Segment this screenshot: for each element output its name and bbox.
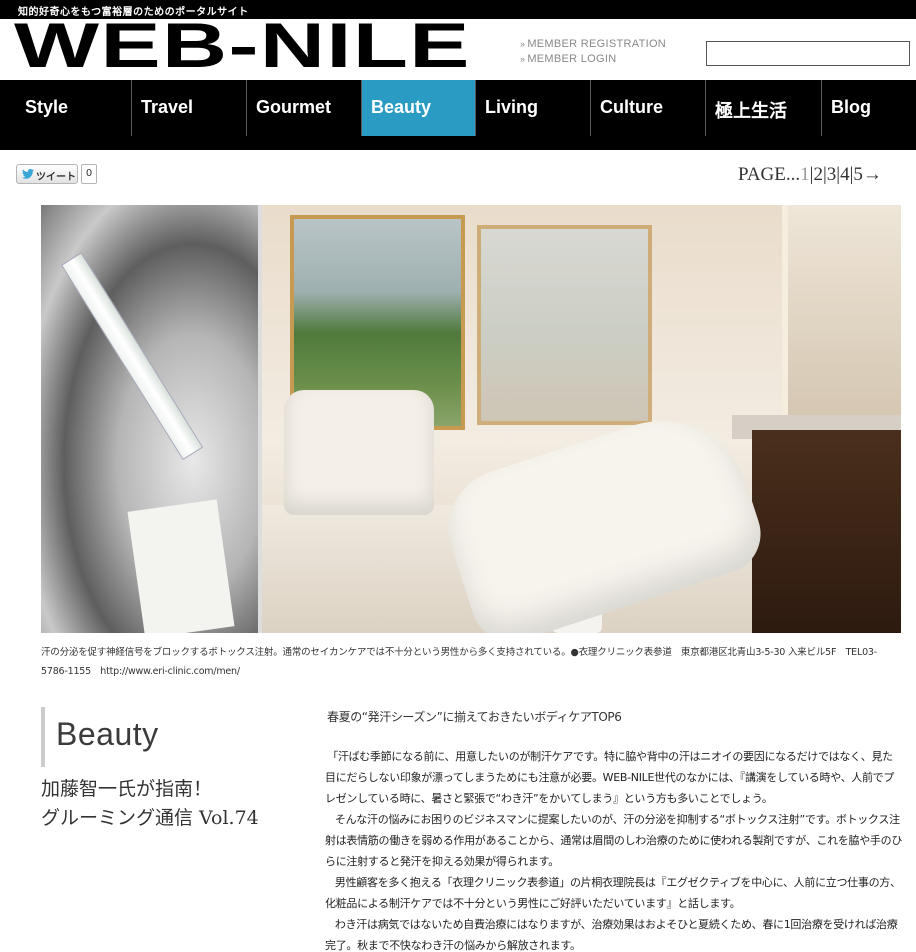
nav-item-travel[interactable]: Travel (132, 80, 247, 136)
nav-item-culture[interactable]: Culture (591, 80, 706, 136)
nav-item-label: Blog (831, 97, 871, 117)
site-logo[interactable]: WEB-NILE (14, 15, 471, 78)
nav-item-blog[interactable]: Blog (822, 80, 916, 136)
article-paragraph: 男性顧客を多く抱える「衣理クリニック表参道」の片桐衣理院長は『エグゼクティブを中… (325, 876, 901, 910)
mirror-shape (782, 205, 901, 415)
nav-item-label: Gourmet (256, 97, 332, 117)
gauze-shape (127, 499, 235, 633)
tweet-button[interactable]: ツイート (16, 164, 78, 184)
nav-item-style[interactable]: Style (16, 80, 132, 136)
section-label-bar (41, 707, 45, 767)
page-link-1[interactable]: 1 (800, 164, 810, 185)
article-title-line2: グルーミング通信 Vol.74 (41, 807, 259, 829)
article-title-line1: 加藤智一氏が指南！ (41, 778, 213, 800)
pagination: PAGE...1|2|3|4|5→ (738, 164, 882, 185)
article-paragraph: 「汗ばむ季節になる前に、用意したいのが制汗ケアです。特に脇や背中の汗はニオイの要… (325, 750, 895, 805)
member-registration-label: MEMBER REGISTRATION (527, 38, 667, 50)
syringe-shape (61, 252, 204, 461)
search-input[interactable] (706, 41, 910, 66)
member-login-label: MEMBER LOGIN (527, 53, 617, 65)
nav-item-label: Travel (141, 97, 194, 117)
article-paragraph: わき汗は病気ではないため自費治療にはなりますが、治療効果はおよそひと夏続くため、… (325, 918, 898, 952)
tweet-label: ツイート (36, 172, 76, 183)
clinic-interior-photo (262, 205, 901, 633)
article-title: 加藤智一氏が指南！ グルーミング通信 Vol.74 (41, 775, 301, 833)
article-lead: 春夏の“発汗シーズン”に揃えておきたいボディケアTOP6 (327, 710, 622, 724)
cabinet-shape (752, 430, 901, 633)
article-body: 「汗ばむ季節になる前に、用意したいのが制汗ケアです。特に脇や背中の汗はニオイの要… (325, 746, 903, 952)
site-header: 知的好奇心をもつ富裕層のためのポータルサイト WEB-NILE » MEMBER … (0, 0, 916, 80)
member-login-link[interactable]: » MEMBER LOGIN (520, 52, 666, 67)
twitter-bird-icon (22, 169, 34, 179)
armchair-shape (284, 390, 434, 515)
nav-item-living[interactable]: Living (476, 80, 591, 136)
syringe-photo (41, 205, 258, 633)
section-label: Beauty (56, 716, 159, 752)
nav-item-label: Living (485, 97, 538, 117)
nav-item-gokujo[interactable]: 極上生活 (706, 80, 822, 136)
hero-image (41, 205, 901, 633)
hero-caption: 汗の分泌を促す神経信号をブロックするボトックス注射。通常のセイカンケアでは不十分… (41, 647, 877, 677)
nav-item-gourmet[interactable]: Gourmet (247, 80, 362, 136)
page-link-2[interactable]: 2 (813, 164, 823, 185)
window-shape (477, 225, 652, 425)
nav-item-beauty[interactable]: Beauty (362, 80, 476, 136)
nav-item-label: Beauty (371, 97, 432, 117)
member-registration-link[interactable]: » MEMBER REGISTRATION (520, 37, 666, 52)
nav-item-label: 極上生活 (715, 101, 787, 121)
page-link-4[interactable]: 4 (840, 164, 850, 185)
page-link-5[interactable]: 5 (853, 164, 863, 185)
article-paragraph: そんな汗の悩みにお困りのビジネスマンに提案したいのが、汗の分泌を抑制する“ボトッ… (325, 813, 903, 868)
next-page-arrow[interactable]: → (863, 164, 882, 185)
member-links: » MEMBER REGISTRATION » MEMBER LOGIN (520, 37, 666, 67)
pager-prefix: PAGE... (738, 164, 801, 185)
page-link-3[interactable]: 3 (827, 164, 837, 185)
nav-item-label: Style (25, 97, 69, 117)
chevron-right-icon: » (520, 54, 526, 64)
chevron-right-icon: » (520, 39, 526, 49)
tweet-count: 0 (81, 164, 97, 184)
nav-item-label: Culture (600, 97, 663, 117)
main-nav: Style Travel Gourmet Beauty Living Cultu… (0, 80, 916, 150)
